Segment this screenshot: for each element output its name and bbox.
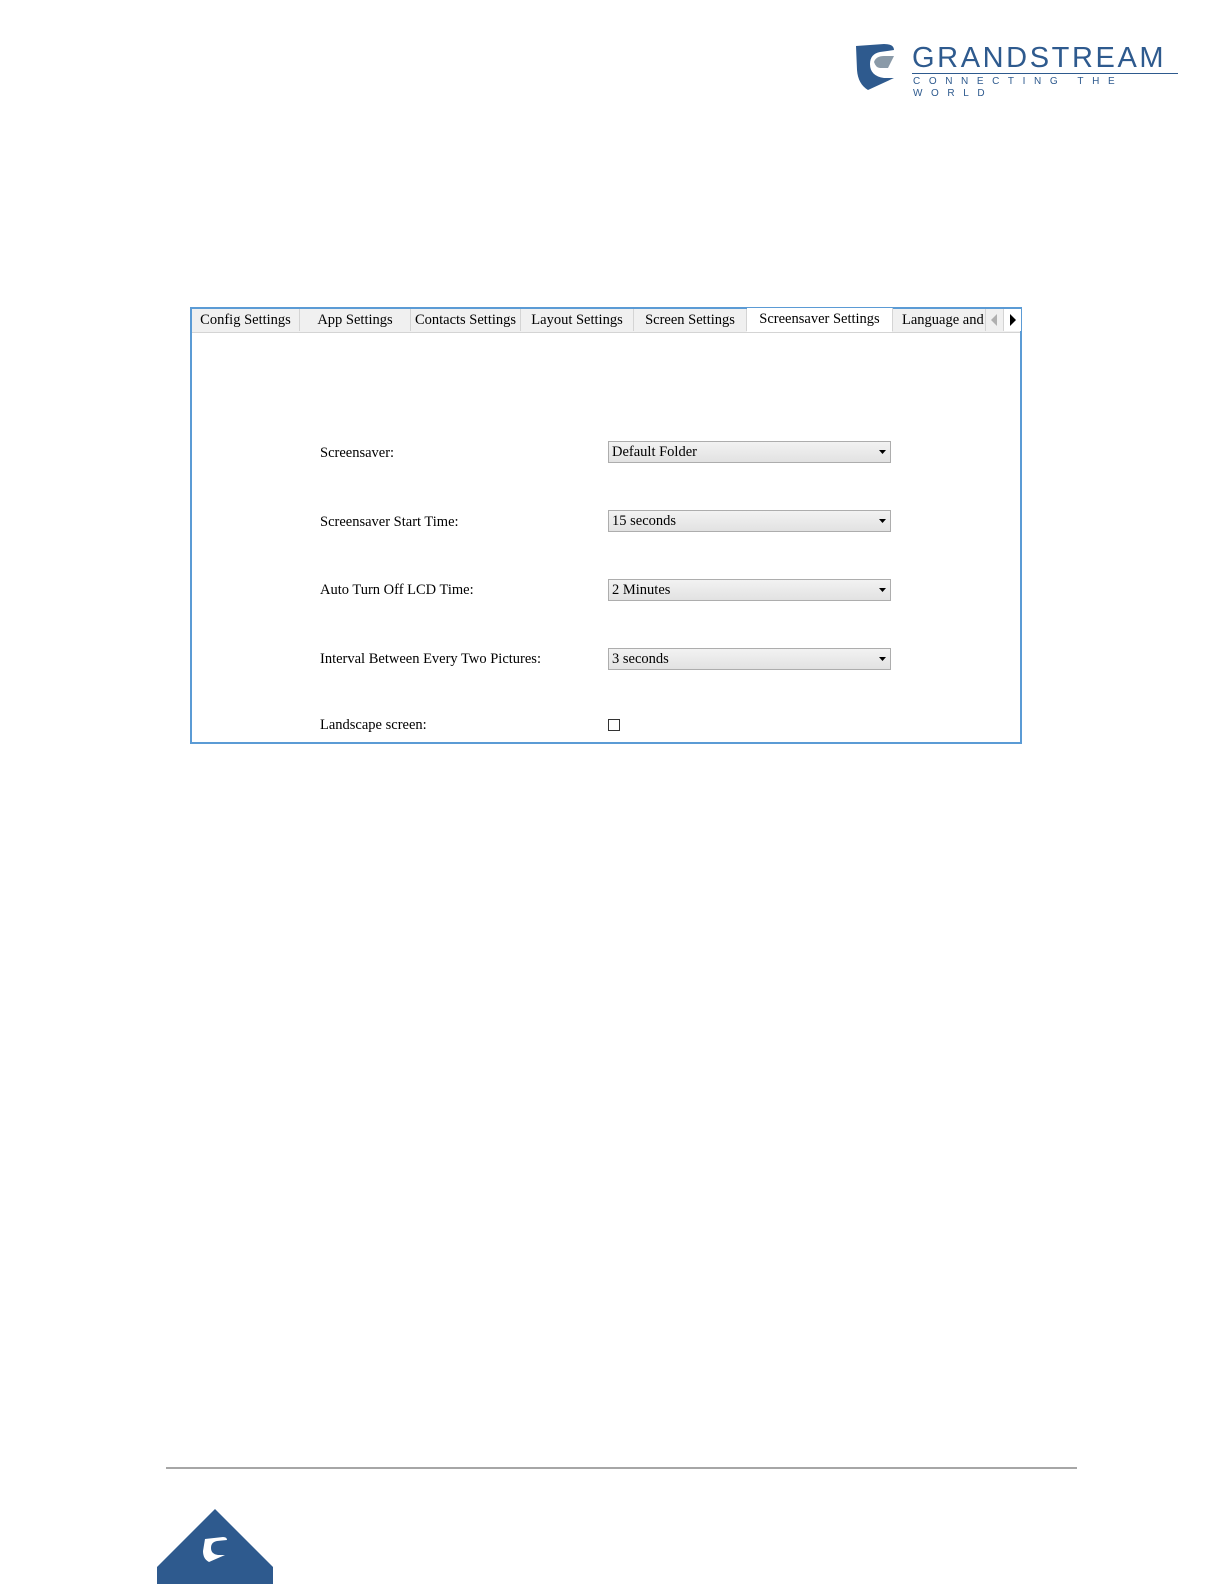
interval-select[interactable]: 3 seconds [608, 648, 891, 670]
interval-select-value: 3 seconds [612, 651, 669, 667]
tab-language-and[interactable]: Language and [893, 309, 985, 331]
screensaver-select-value: Default Folder [612, 444, 697, 460]
scroll-left-icon [991, 314, 997, 326]
landscape-checkbox[interactable] [608, 719, 620, 731]
grandstream-logo-icon [856, 44, 894, 90]
interval-label: Interval Between Every Two Pictures: [320, 651, 541, 667]
tab-scroll-right-button[interactable] [1003, 309, 1021, 331]
brand-name: GRANDSTREAM [912, 42, 1167, 74]
tab-bar: Config Settings App Settings Contacts Se… [192, 308, 1021, 333]
grandstream-logo: GRANDSTREAM CONNECTING THE WORLD [854, 42, 1184, 99]
tab-layout-settings[interactable]: Layout Settings [521, 309, 634, 331]
tab-app-settings[interactable]: App Settings [300, 309, 411, 331]
footer-grandstream-badge-icon [157, 1509, 273, 1584]
tab-config-settings[interactable]: Config Settings [192, 309, 300, 331]
lcd-off-select[interactable]: 2 Minutes [608, 579, 891, 601]
chevron-down-icon [879, 657, 886, 661]
screensaver-settings-panel: Config Settings App Settings Contacts Se… [190, 307, 1022, 744]
chevron-down-icon [879, 450, 886, 454]
chevron-down-icon [879, 519, 886, 523]
lcd-off-label: Auto Turn Off LCD Time: [320, 582, 474, 598]
tab-contacts-settings[interactable]: Contacts Settings [411, 309, 521, 331]
tab-screen-settings[interactable]: Screen Settings [634, 309, 747, 331]
start-time-select-value: 15 seconds [612, 513, 677, 529]
scroll-right-icon [1010, 314, 1016, 326]
landscape-label: Landscape screen: [320, 717, 427, 733]
start-time-select[interactable]: 15 seconds [608, 510, 891, 532]
start-time-label: Screensaver Start Time: [320, 514, 459, 530]
screensaver-select[interactable]: Default Folder [608, 441, 891, 463]
lcd-off-select-value: 2 Minutes [612, 582, 671, 598]
chevron-down-icon [879, 588, 886, 592]
brand-divider [912, 73, 1178, 74]
screensaver-label: Screensaver: [320, 445, 395, 461]
tab-scroll-left-button[interactable] [985, 309, 1003, 331]
tab-screensaver-settings[interactable]: Screensaver Settings [747, 308, 893, 332]
brand-tagline: CONNECTING THE WORLD [913, 76, 1124, 99]
footer-divider [166, 1467, 1077, 1469]
